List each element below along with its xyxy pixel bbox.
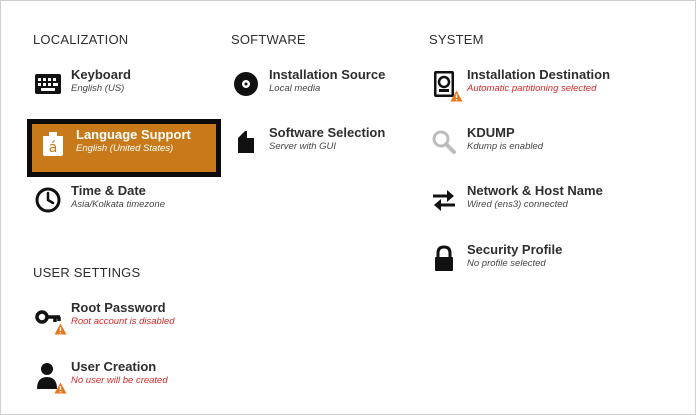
spoke-root-password[interactable]: Root Password Root account is disabled: [33, 300, 175, 344]
spoke-status: Local media: [269, 83, 321, 94]
spoke-title: Software Selection: [269, 125, 386, 140]
warning-icon: [450, 90, 463, 102]
spoke-software-selection[interactable]: Software Selection Server with GUI: [231, 125, 385, 169]
spoke-language-support[interactable]: á Language Support English (United State…: [27, 119, 221, 177]
spoke-title: Network & Host Name: [467, 183, 603, 198]
section-title-system: SYSTEM: [429, 32, 484, 47]
spoke-status: Wired (ens3) connected: [467, 199, 568, 210]
spoke-status: English (United States): [76, 143, 174, 154]
spoke-status: Server with GUI: [269, 141, 337, 152]
spoke-status: Asia/Kolkata timezone: [71, 199, 165, 210]
warning-icon: [54, 382, 67, 394]
warning-icon: [54, 323, 67, 335]
svg-text:á: á: [49, 140, 58, 156]
spoke-status: Root account is disabled: [71, 316, 175, 327]
spoke-user-creation[interactable]: User Creation No user will be created: [33, 359, 168, 403]
user-icon: [33, 361, 67, 394]
spoke-security-profile[interactable]: Security Profile No profile selected: [429, 242, 562, 286]
section-title-software: SOFTWARE: [231, 32, 306, 47]
hard-disk-icon: [429, 69, 463, 102]
spoke-status: Automatic partitioning selected: [467, 83, 597, 94]
search-icon: [429, 127, 459, 157]
section-title-user-settings: USER SETTINGS: [33, 265, 141, 280]
spoke-title: User Creation: [71, 359, 157, 374]
spoke-status: English (US): [71, 83, 125, 94]
disc-icon: [231, 69, 261, 99]
spoke-kdump[interactable]: KDUMP Kdump is enabled: [429, 125, 543, 169]
spoke-title: Root Password: [71, 300, 166, 315]
spoke-installation-destination[interactable]: Installation Destination Automatic parti…: [429, 67, 610, 111]
spoke-title: Time & Date: [71, 183, 146, 198]
spoke-network-host-name[interactable]: Network & Host Name Wired (ens3) connect…: [429, 183, 603, 227]
keyboard-icon: [33, 69, 63, 99]
spoke-title: Keyboard: [71, 67, 131, 82]
spoke-installation-source[interactable]: Installation Source Local media: [231, 67, 385, 111]
spoke-keyboard[interactable]: Keyboard English (US): [33, 67, 131, 111]
spoke-title: Installation Source: [269, 67, 386, 82]
spoke-title: Installation Destination: [467, 67, 611, 82]
language-icon: á: [38, 129, 68, 159]
spoke-status: Kdump is enabled: [467, 141, 544, 152]
spoke-status: No profile selected: [467, 258, 546, 269]
lock-icon: [429, 244, 459, 274]
package-icon: [231, 127, 261, 157]
spoke-title: Security Profile: [467, 242, 563, 257]
spoke-time-date[interactable]: Time & Date Asia/Kolkata timezone: [33, 183, 165, 227]
section-title-localization: LOCALIZATION: [33, 32, 129, 47]
spoke-status: No user will be created: [71, 375, 168, 386]
spoke-title: KDUMP: [467, 125, 515, 140]
network-arrows-icon: [429, 185, 459, 215]
spoke-title: Language Support: [76, 127, 191, 142]
key-icon: [33, 302, 67, 335]
clock-icon: [33, 185, 63, 215]
